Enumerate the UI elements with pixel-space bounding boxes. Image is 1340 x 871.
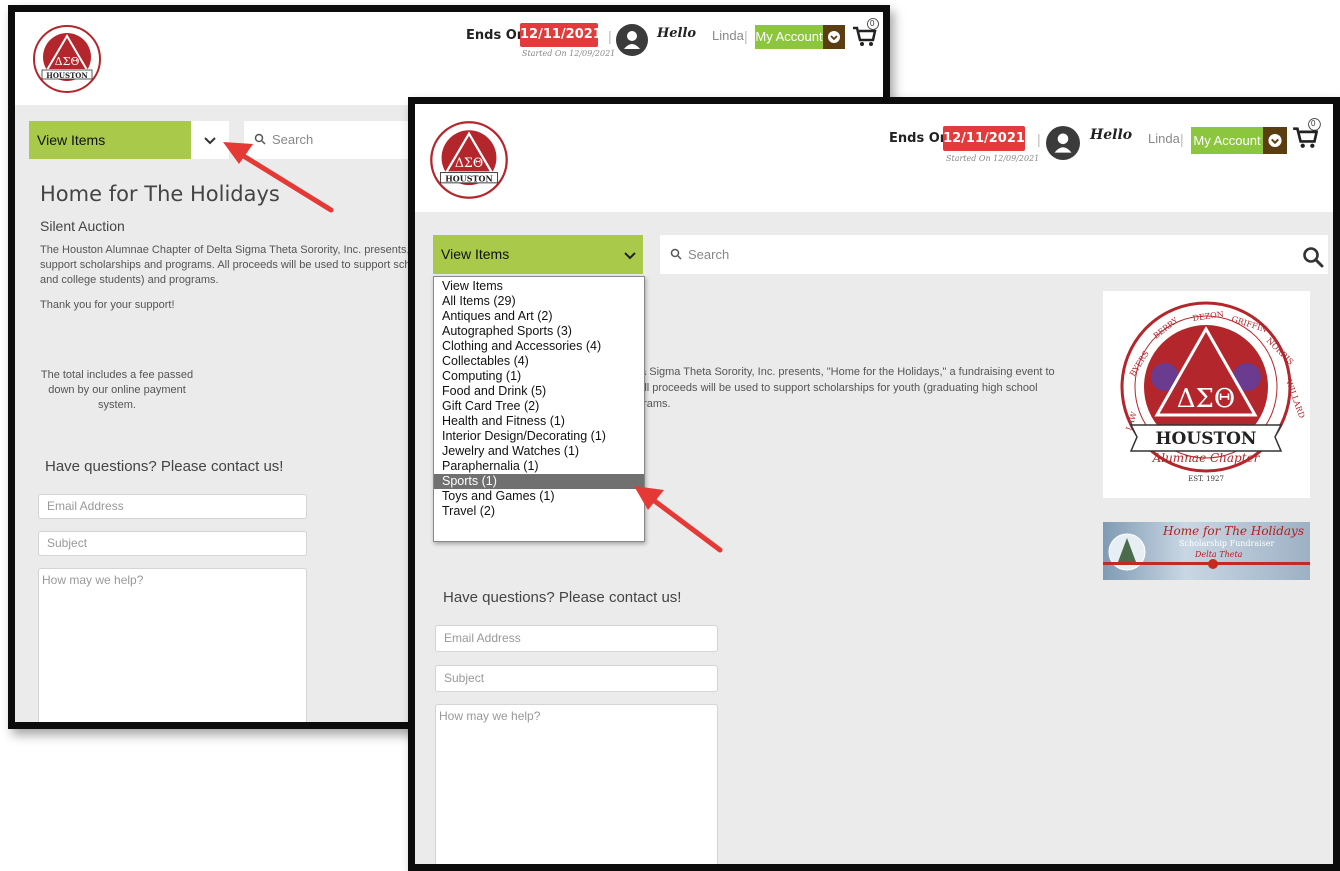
dropdown-option[interactable]: Toys and Games (1) [434,489,644,504]
dropdown-option[interactable]: Collectables (4) [434,354,644,369]
my-account-label: My Account [1193,133,1261,148]
ends-on-label: Ends On [466,28,527,43]
dropdown-option[interactable]: Interior Design/Decorating (1) [434,429,644,444]
email-field[interactable]: Email Address [38,494,307,519]
event-description-line-1: ta Sigma Theta Sorority, Inc. presents, … [637,366,1055,378]
subject-field[interactable]: Subject [38,531,307,556]
contact-heading: Have questions? Please contact us! [45,458,284,475]
header: ΔΣΘ HOUSTON Ends On 12/11/2021 Started O… [15,12,883,105]
header: ΔΣΘ HOUSTON Ends On 12/11/2021 Started O… [415,104,1333,212]
user-avatar-icon[interactable] [616,24,648,56]
message-field[interactable]: How may we help? [435,704,718,864]
account-menu-arrow-icon[interactable] [1263,127,1287,154]
dropdown-option[interactable]: Clothing and Accessories (4) [434,339,644,354]
svg-text:ΔΣΘ: ΔΣΘ [55,55,80,68]
view-items-dropdown-list[interactable]: View Items All Items (29) Antiques and A… [433,276,645,542]
email-field[interactable]: Email Address [435,625,718,652]
fee-note: The total includes a fee passed down by … [40,369,194,411]
dropdown-option[interactable]: Food and Drink (5) [434,384,644,399]
username[interactable]: Linda [712,28,744,43]
view-items-label: View Items [441,246,510,262]
page-background: ΔΣΘ HOUSTON Ends On 12/11/2021 Started O… [415,104,1333,864]
dropdown-option[interactable]: All Items (29) [434,294,644,309]
dropdown-option[interactable]: Antiques and Art (2) [434,309,644,324]
dropdown-option[interactable]: Paraphernalia (1) [434,459,644,474]
holiday-banner-image: Home for The Holidays Scholarship Fundra… [1103,522,1310,580]
chapter-crest-image: LAW BYERS BERRY DEZON GRIFFIN NORRIS WIL… [1103,291,1310,498]
account-menu-arrow-icon[interactable] [823,25,845,49]
front-window: ΔΣΘ HOUSTON Ends On 12/11/2021 Started O… [408,97,1340,871]
user-avatar-icon[interactable] [1046,126,1080,160]
dropdown-option[interactable]: Gift Card Tree (2) [434,399,644,414]
view-items-label: View Items [37,132,106,148]
end-date-badge: 12/11/2021 [943,126,1025,151]
cart-icon[interactable]: 0 [851,18,881,48]
view-items-select[interactable]: View Items [433,235,643,274]
annotation-arrow [223,142,334,213]
chevron-down-icon[interactable] [617,235,643,274]
svg-text:HOUSTON: HOUSTON [445,174,493,184]
crest-est: EST. 1927 [1188,475,1224,483]
annotation-arrow [634,486,723,553]
hello-greeting: Hello [1090,127,1133,143]
ends-on-label: Ends On [889,131,950,146]
chapter-logo[interactable]: ΔΣΘ HOUSTON [32,24,102,94]
message-field[interactable]: How may we help? [38,568,307,722]
search-placeholder: Search [688,247,730,262]
header-separator: | [1180,131,1184,147]
cart-icon[interactable]: 0 [1291,118,1323,150]
dropdown-option[interactable]: View Items [434,279,644,294]
cart-count: 0 [1311,119,1316,128]
chapter-logo[interactable]: ΔΣΘ HOUSTON [429,120,509,200]
crest-city: HOUSTON [1156,429,1257,449]
contact-heading: Have questions? Please contact us! [443,589,682,606]
started-date: Started On 12/09/2021 [522,49,616,58]
banner-brand: Delta Theta [1195,550,1243,559]
banner-title: Home for The Holidays [1163,524,1304,538]
started-date: Started On 12/09/2021 [946,154,1040,163]
dropdown-option[interactable]: Jewelry and Watches (1) [434,444,644,459]
dropdown-option[interactable]: Computing (1) [434,369,644,384]
thank-you-text: Thank you for your support! [40,299,175,311]
crest-letters: ΔΣΘ [1177,384,1235,414]
subject-field[interactable]: Subject [435,665,718,692]
my-account-button[interactable]: My Account [1191,127,1263,154]
my-account-button[interactable]: My Account [755,25,823,49]
banner-subtitle: Scholarship Fundraiser [1179,539,1275,548]
search-input[interactable]: Search [660,235,1328,274]
header-separator: | [1037,131,1041,147]
my-account-label: My Account [755,29,823,44]
end-date-badge: 12/11/2021 [520,23,602,47]
event-description-line-2: All proceeds will be used to support sch… [637,382,1038,394]
dropdown-option[interactable]: Health and Fitness (1) [434,414,644,429]
cart-count: 0 [870,19,875,28]
dropdown-option[interactable]: Travel (2) [434,504,644,519]
header-separator: | [608,28,612,44]
dropdown-option-selected[interactable]: Sports (1) [434,474,644,489]
dropdown-option[interactable]: Autographed Sports (3) [434,324,644,339]
page-subtitle: Silent Auction [40,218,125,234]
crest-chapter: Alumnae Chapter [1152,451,1261,465]
hello-greeting: Hello [657,26,697,41]
svg-text:HOUSTON: HOUSTON [46,71,88,80]
search-icon [670,236,682,275]
search-submit-icon[interactable] [1302,244,1324,283]
view-items-select[interactable]: View Items [29,121,229,159]
username[interactable]: Linda [1148,131,1180,146]
svg-text:ΔΣΘ: ΔΣΘ [455,155,483,170]
header-separator: | [744,28,748,44]
